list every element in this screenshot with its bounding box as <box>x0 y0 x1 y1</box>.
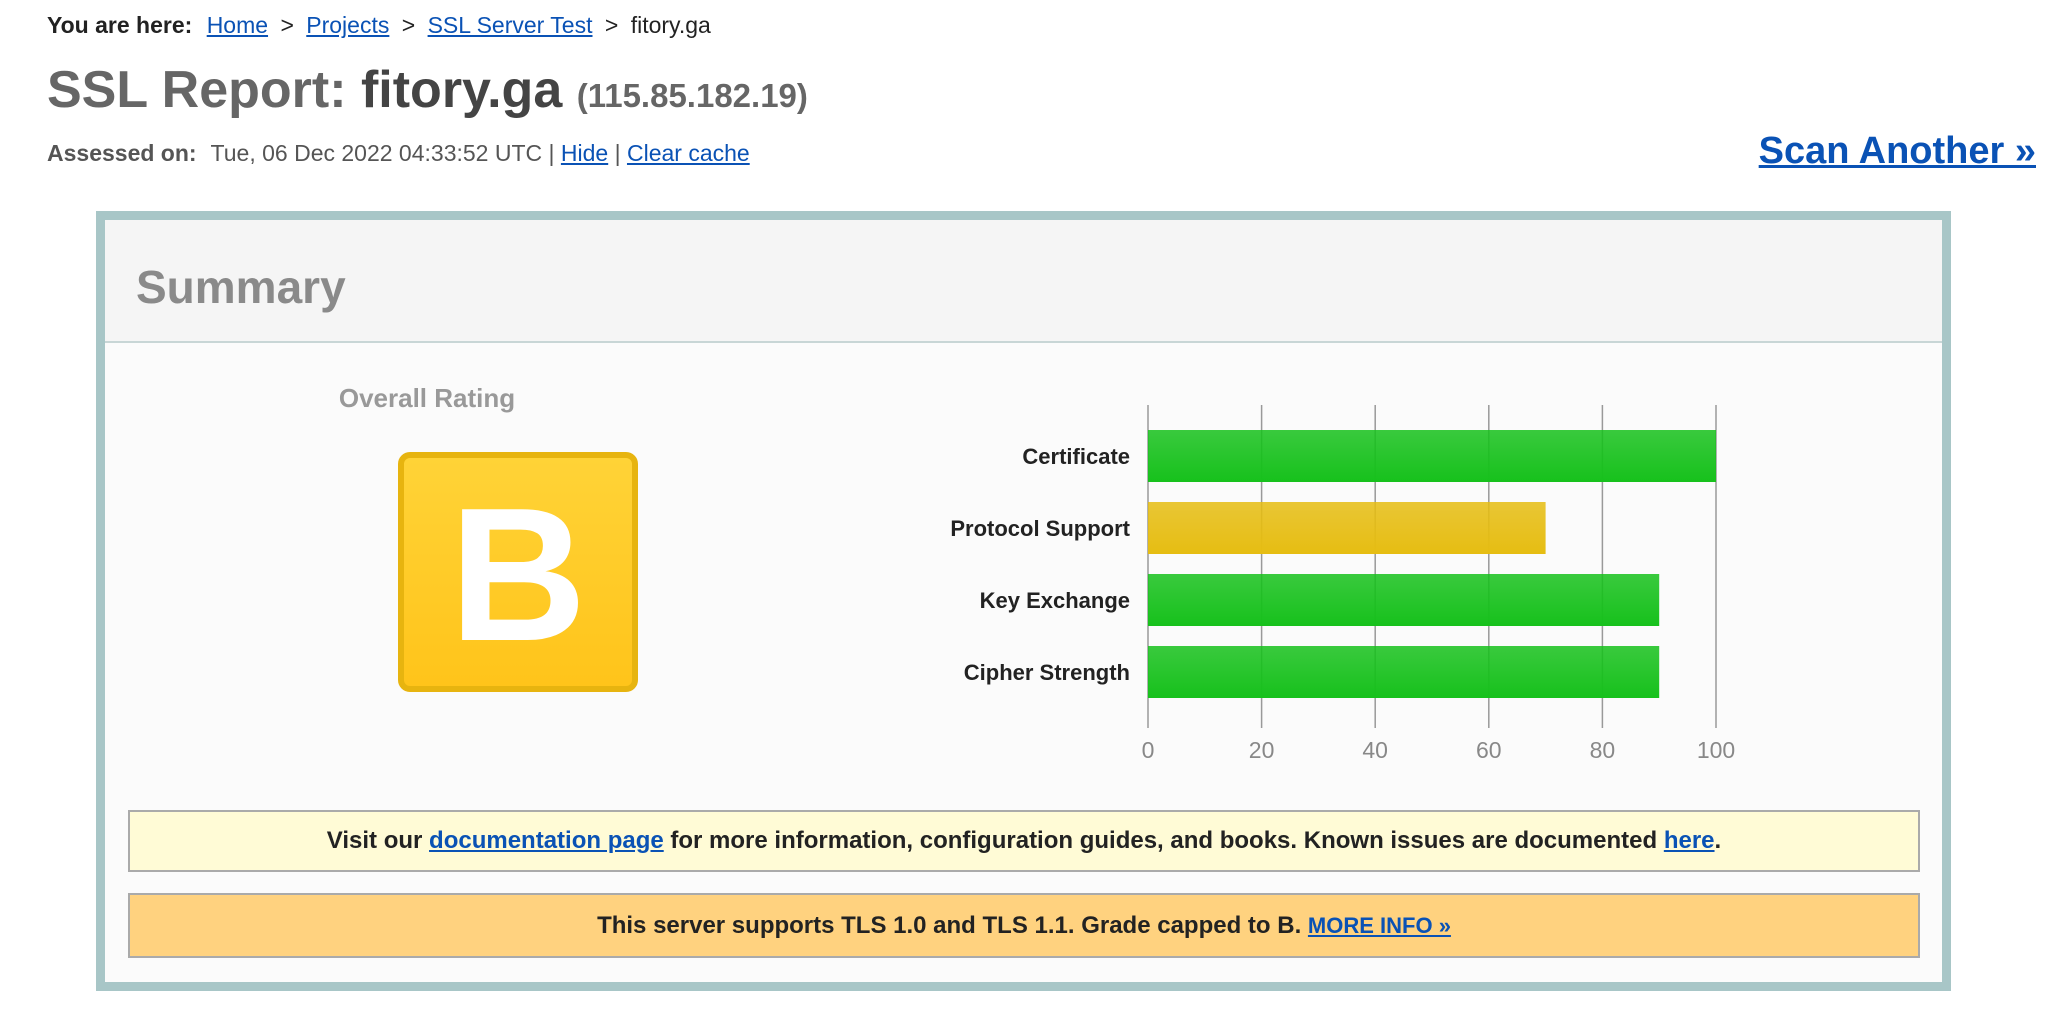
chart-category-label: Protocol Support <box>950 516 1130 541</box>
docs-text-middle: for more information, configuration guid… <box>670 827 1658 854</box>
chart-tick-label: 60 <box>1476 737 1502 763</box>
chart-category-label: Cipher Strength <box>964 660 1130 685</box>
documentation-page-link[interactable]: documentation page <box>429 827 664 854</box>
assessed-label: Assessed on: <box>47 140 197 166</box>
documentation-notice: Visit our documentation page for more in… <box>128 810 1920 872</box>
tls-warning-notice: This server supports TLS 1.0 and TLS 1.1… <box>128 893 1920 958</box>
known-issues-link[interactable]: here <box>1664 827 1715 854</box>
breadcrumb-label: You are here: <box>47 12 193 38</box>
clear-cache-link[interactable]: Clear cache <box>627 140 750 166</box>
summary-heading: Summary <box>136 261 346 313</box>
breadcrumb-separator: > <box>604 12 619 38</box>
chart-tick-label: 100 <box>1697 737 1735 763</box>
assessed-separator: | <box>548 140 555 166</box>
rating-chart-svg: 0 20 40 60 80 100 Certificate Protocol Support K… <box>950 405 1735 763</box>
scan-another-link[interactable]: Scan Another » <box>1759 130 2036 173</box>
title-prefix: SSL Report: <box>47 61 347 119</box>
hide-link[interactable]: Hide <box>561 140 608 166</box>
chart-tick-label: 0 <box>1142 737 1155 763</box>
title-ip: (115.85.182.19) <box>576 77 808 114</box>
assessed-separator: | <box>614 140 621 166</box>
chart-category-label: Certificate <box>1022 444 1130 469</box>
chart-bar-certificate <box>1148 430 1716 482</box>
chart-bar-key-exchange <box>1148 574 1660 626</box>
breadcrumb-separator: > <box>401 12 416 38</box>
tls-warning-text: This server supports TLS 1.0 and TLS 1.1… <box>597 912 1302 939</box>
breadcrumb-ssl-server-test-link[interactable]: SSL Server Test <box>428 12 593 38</box>
summary-panel: Summary Overall Rating B 0 20 40 60 80 100 Cer… <box>96 211 1951 991</box>
title-host: fitory.ga <box>360 61 563 119</box>
docs-text-before: Visit our <box>326 827 423 854</box>
assessed-on: Assessed on: Tue, 06 Dec 2022 04:33:52 U… <box>47 140 750 167</box>
breadcrumb-separator: > <box>280 12 294 38</box>
breadcrumb-current: fitory.ga <box>630 12 711 38</box>
overall-rating-label: Overall Rating <box>338 383 516 413</box>
more-info-link[interactable]: MORE INFO » <box>1308 913 1451 938</box>
grade-badge: B <box>398 452 638 692</box>
chart-bar-cipher-strength <box>1148 646 1660 698</box>
summary-header: Summary <box>105 220 1942 343</box>
assessed-date: Tue, 06 Dec 2022 04:33:52 UTC <box>210 140 543 166</box>
breadcrumb-home-link[interactable]: Home <box>207 12 268 38</box>
breadcrumb-projects-link[interactable]: Projects <box>306 12 389 38</box>
rating-chart: 0 20 40 60 80 100 Certificate Protocol Support K… <box>950 405 1765 765</box>
docs-text-after: . <box>1714 827 1722 854</box>
page-title: SSL Report: fitory.ga (115.85.182.19) <box>47 60 808 120</box>
breadcrumb: You are here: Home > Projects > SSL Serv… <box>47 12 711 39</box>
chart-tick-label: 40 <box>1362 737 1388 763</box>
chart-tick-label: 80 <box>1590 737 1616 763</box>
grade-letter: B <box>449 469 587 681</box>
chart-tick-label: 20 <box>1249 737 1275 763</box>
chart-category-label: Key Exchange <box>980 588 1130 613</box>
chart-bar-protocol-support <box>1148 502 1546 554</box>
